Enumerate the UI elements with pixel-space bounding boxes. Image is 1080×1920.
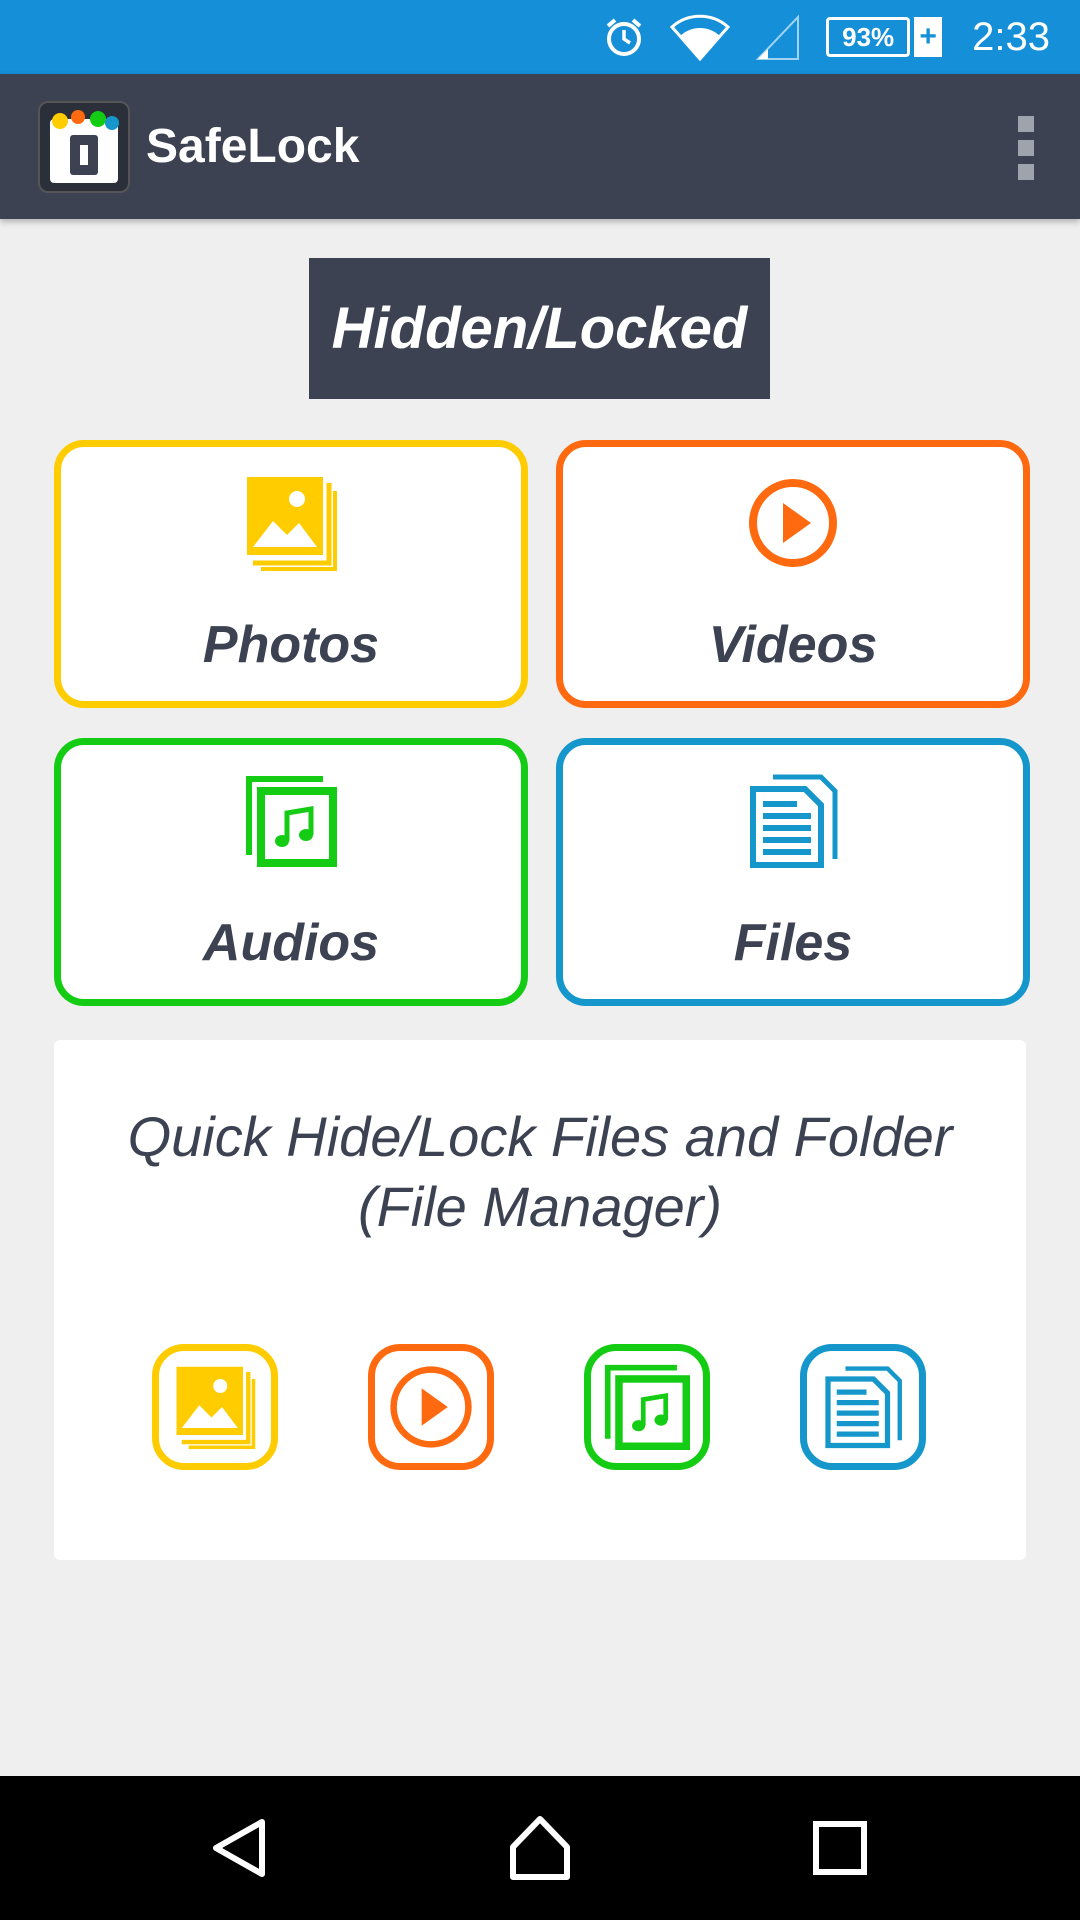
quick-hide-panel: Quick Hide/Lock Files and Folder (File M… — [54, 1040, 1026, 1560]
files-label: Files — [733, 914, 853, 972]
quick-photos-button[interactable] — [152, 1344, 278, 1470]
app-bar: SafeLock — [0, 74, 1080, 219]
quick-files-button[interactable] — [800, 1344, 926, 1470]
status-bar: 93% + 2:33 — [0, 0, 1080, 74]
battery-percent: 93% — [826, 17, 911, 57]
navigation-bar — [0, 1776, 1080, 1920]
photos-label: Photos — [202, 616, 380, 674]
app-logo — [38, 100, 130, 193]
photos-icon — [176, 1366, 256, 1449]
videos-label: Videos — [708, 616, 878, 674]
app-title: SafeLock — [146, 120, 360, 173]
more-vert-icon[interactable] — [1016, 116, 1036, 180]
document-icon — [747, 771, 839, 871]
photos-card[interactable]: Photos — [54, 440, 528, 708]
audios-card[interactable]: Audios — [54, 738, 528, 1006]
charging-indicator: + — [914, 17, 943, 57]
back-icon[interactable] — [200, 1808, 280, 1888]
quick-audios-button[interactable] — [584, 1344, 710, 1470]
quick-hide-title: Quick Hide/Lock Files and Folder (File M… — [54, 1102, 1026, 1242]
music-icon — [604, 1364, 690, 1450]
play-icon — [747, 473, 839, 573]
document-icon — [825, 1366, 902, 1449]
battery-icon: 93% + — [826, 17, 943, 57]
home-icon[interactable] — [500, 1808, 580, 1888]
play-icon — [390, 1366, 472, 1448]
photos-icon — [245, 473, 337, 573]
files-card[interactable]: Files — [556, 738, 1030, 1006]
audios-label: Audios — [202, 914, 380, 972]
wifi-icon — [670, 13, 731, 61]
cell-signal-icon — [754, 13, 802, 61]
quick-videos-button[interactable] — [368, 1344, 494, 1470]
recents-icon[interactable] — [800, 1808, 880, 1888]
quick-hide-title-line1: Quick Hide/Lock Files and Folder — [127, 1105, 953, 1168]
status-time: 2:33 — [972, 14, 1050, 59]
alarm-icon — [602, 15, 646, 59]
videos-card[interactable]: Videos — [556, 440, 1030, 708]
quick-hide-title-line2: (File Manager) — [357, 1175, 723, 1238]
music-icon — [245, 771, 337, 871]
section-heading: Hidden/Locked — [309, 258, 770, 399]
